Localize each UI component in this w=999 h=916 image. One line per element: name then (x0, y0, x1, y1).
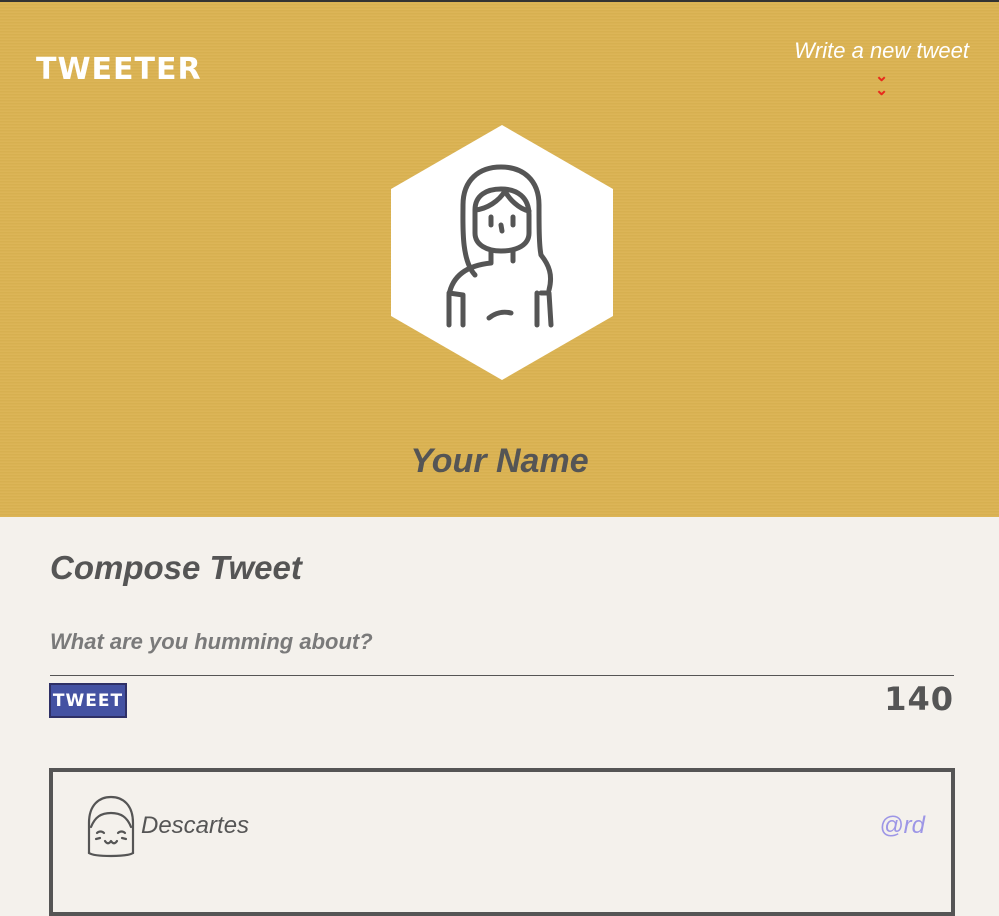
write-tweet-link[interactable]: Write a new tweet ⌄ ⌄ (794, 38, 969, 99)
tweet-input[interactable] (50, 609, 954, 676)
profile-header: TWEETER Write a new tweet ⌄ ⌄ Your Name (0, 2, 999, 517)
tweet-author-handle[interactable]: @rd (879, 812, 925, 840)
user-avatar-icon (87, 795, 135, 858)
character-counter: 140 (884, 680, 954, 718)
write-tweet-label: Write a new tweet (794, 38, 969, 63)
brand-logo[interactable]: TWEETER (36, 52, 202, 87)
profile-name: Your Name (410, 442, 589, 480)
tweet-author-name: Descartes (141, 812, 250, 839)
tweet-button[interactable]: TWEET (49, 683, 127, 718)
profile-avatar (391, 125, 613, 380)
compose-title: Compose Tweet (50, 549, 302, 586)
tweet-card: Descartes @rd (49, 768, 955, 916)
chevron-double-down-icon[interactable]: ⌄ ⌄ (794, 69, 969, 99)
